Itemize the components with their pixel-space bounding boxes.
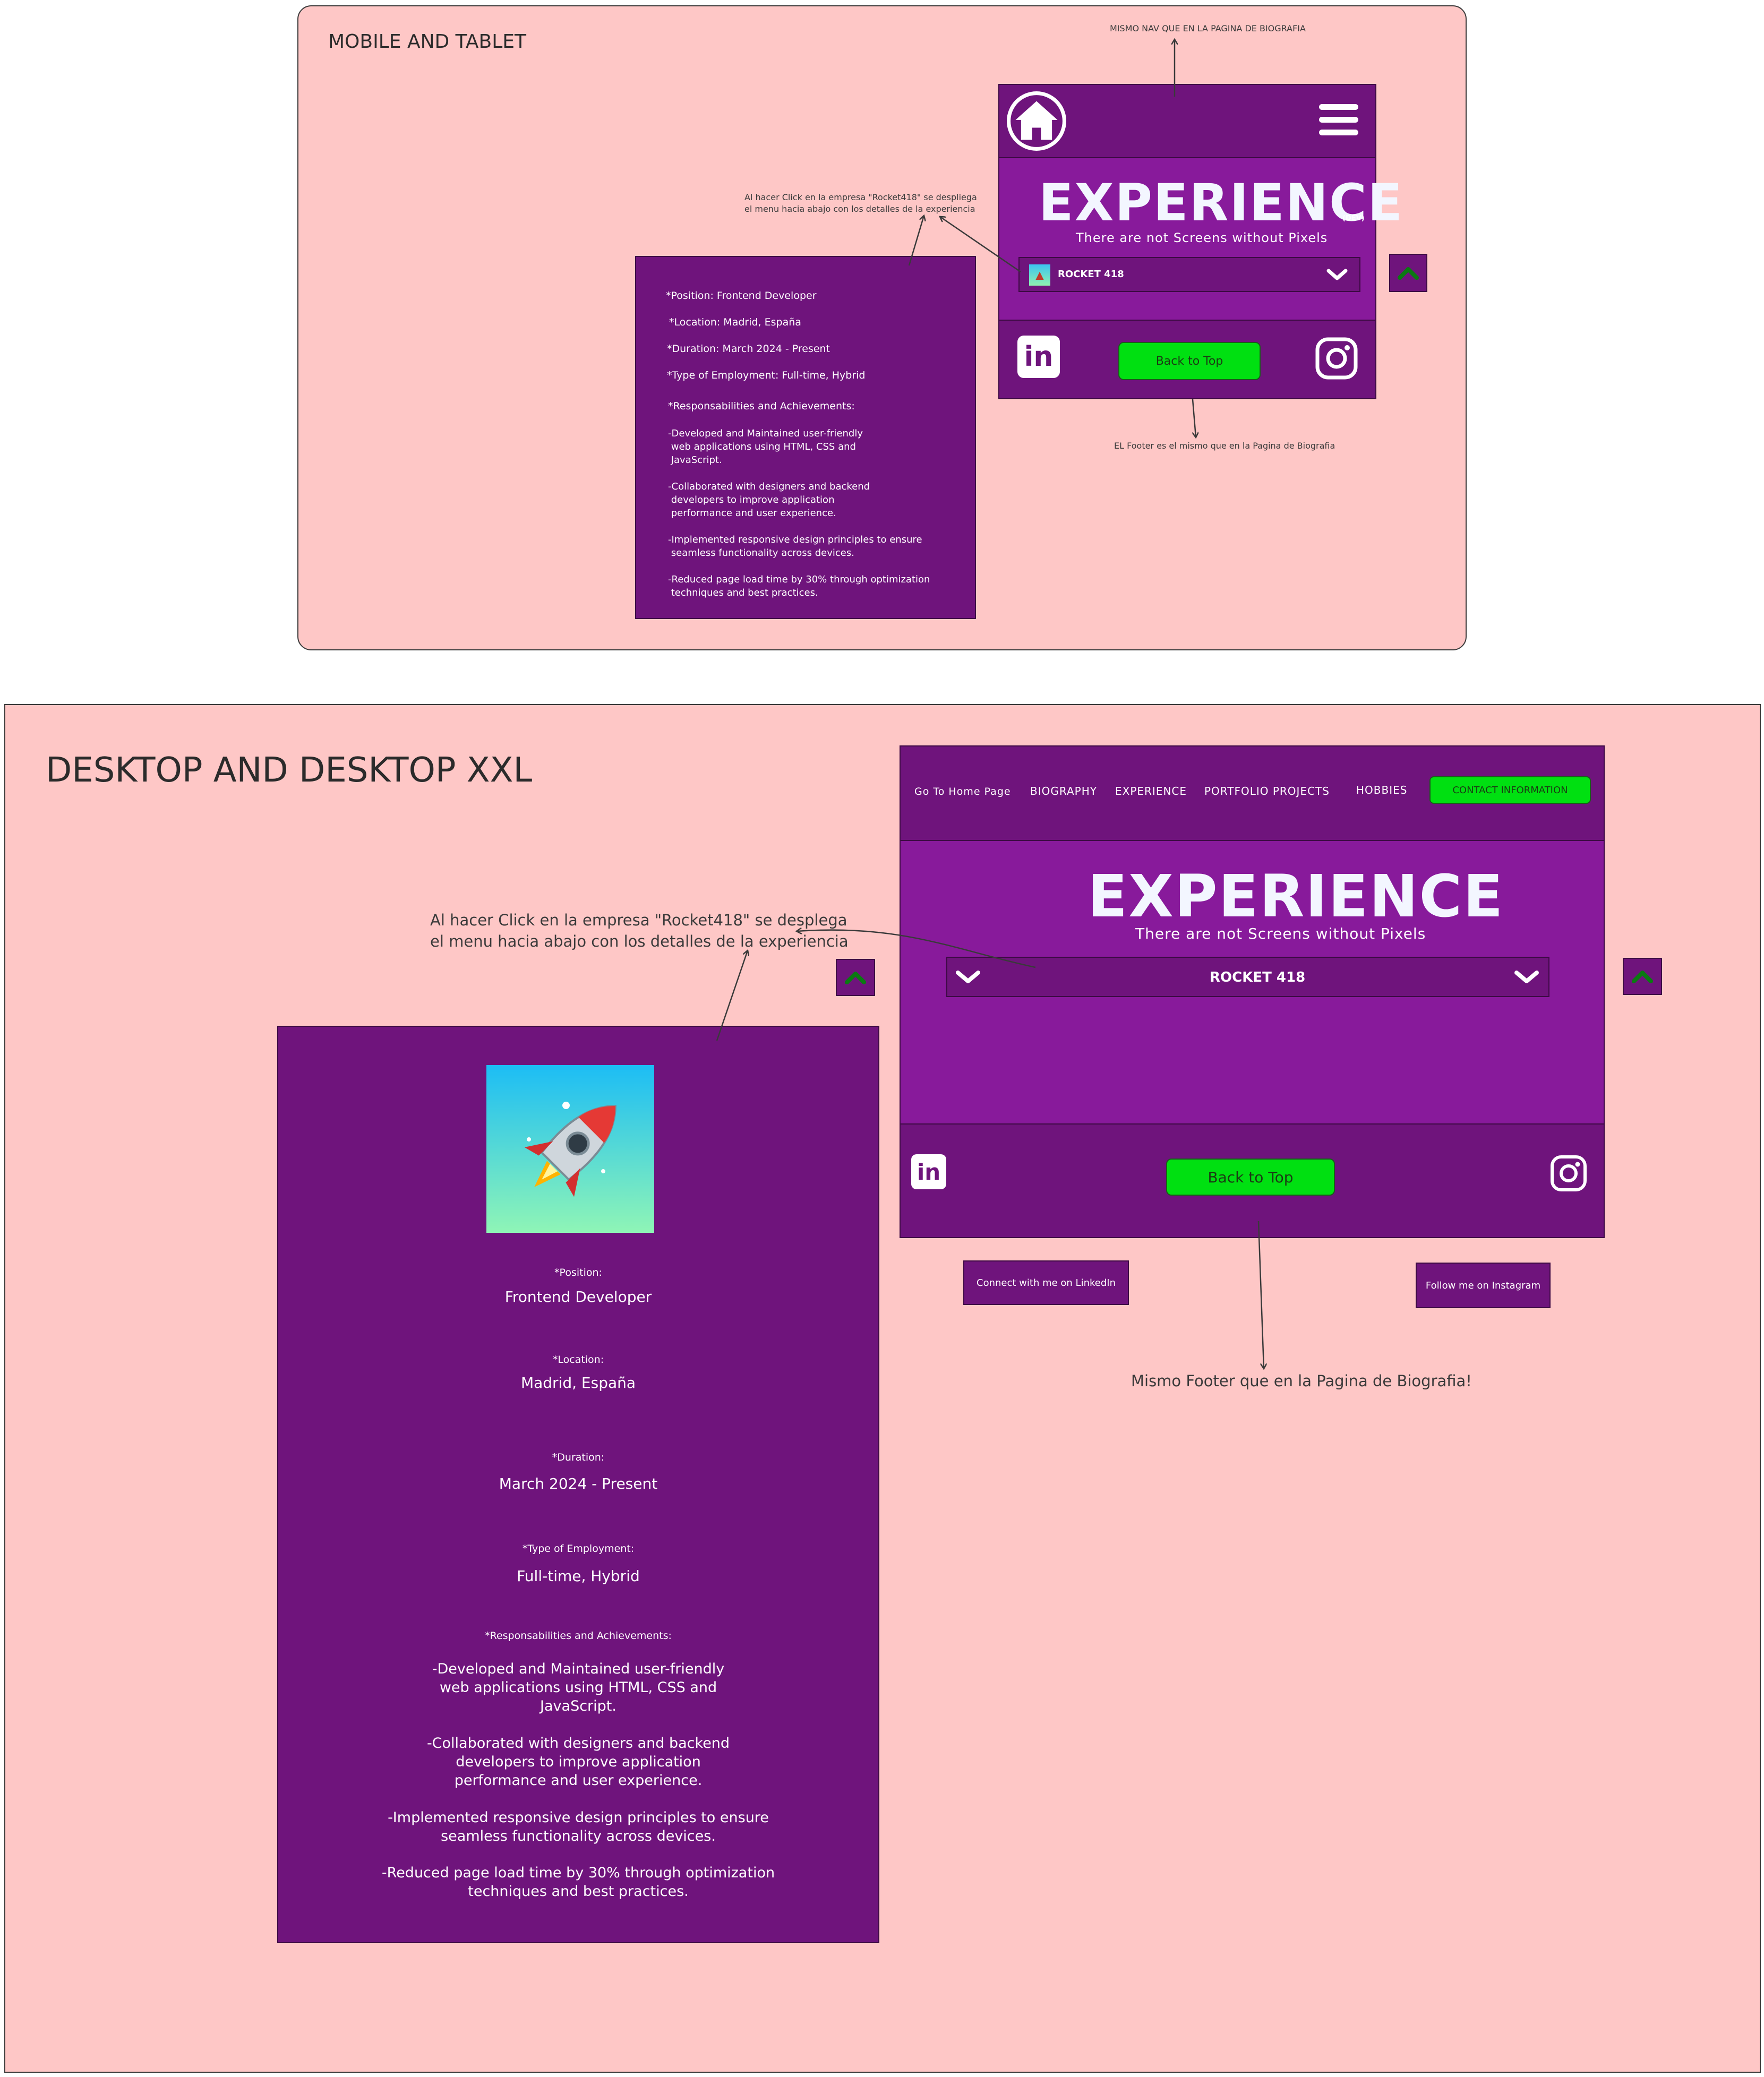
annotation-arrows (716, 0, 1764, 2077)
